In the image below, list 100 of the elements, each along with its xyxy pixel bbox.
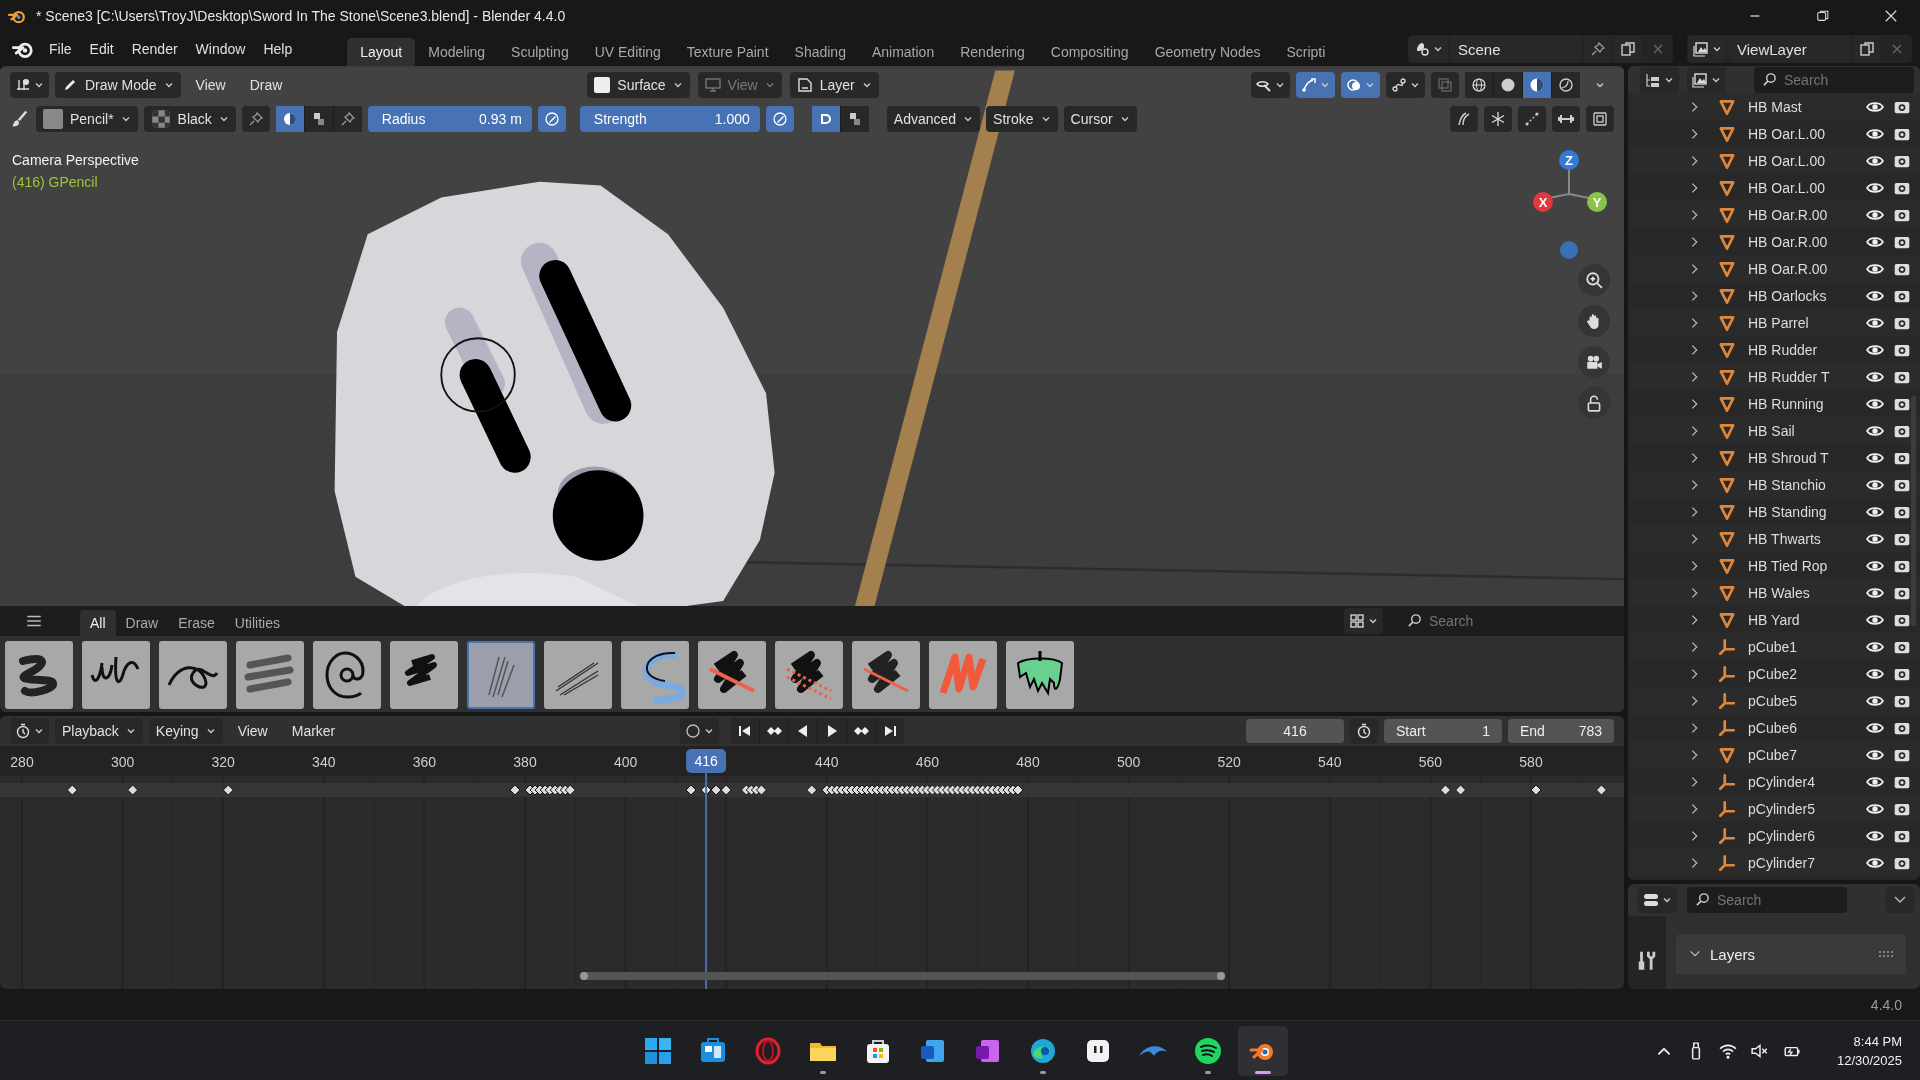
menu-item[interactable]: Help — [254, 36, 302, 62]
frame-number: 500 — [1116, 754, 1141, 770]
object-name: pCube6 — [1748, 719, 1799, 736]
object-name: pCube2 — [1748, 665, 1799, 682]
workspace-tab[interactable]: Modeling — [415, 38, 499, 66]
axis-label: Z — [1565, 153, 1573, 168]
outliner-row[interactable]: HB Oarlocks — [1628, 282, 1920, 309]
frame-number: 380 — [513, 754, 537, 770]
object-name: HB Wales — [1748, 584, 1811, 601]
workspace-tab[interactable]: Rendering — [947, 38, 1038, 66]
outliner-row[interactable]: HB Standing — [1628, 498, 1920, 525]
object-name: HB Stanchio — [1748, 476, 1827, 493]
outliner-row[interactable]: HB Yard — [1628, 606, 1920, 633]
frame-number: 460 — [915, 754, 940, 770]
frame-number: 560 — [1418, 754, 1443, 770]
object-name: HB Parrel — [1748, 314, 1810, 331]
menu-item[interactable]: File — [40, 36, 81, 62]
end-frame-field[interactable]: End 783 — [1508, 719, 1614, 743]
object-name: HB Thwarts — [1748, 530, 1822, 547]
shelf-tab[interactable]: All — [80, 610, 116, 636]
frame-number: 320 — [211, 754, 235, 770]
workspace-tab[interactable]: Shading — [781, 38, 859, 66]
menu-item[interactable]: View — [228, 718, 277, 744]
settings-dropdown[interactable]: Stroke — [986, 106, 1058, 132]
object-name: HB Oar.L.00 — [1748, 125, 1827, 142]
object-name: pCube5 — [1748, 692, 1799, 709]
shelf-tab[interactable]: Draw — [115, 610, 169, 636]
outliner-row[interactable]: pCylinder4 — [1628, 768, 1920, 795]
navigation-gizmo[interactable]: Z X Y — [1505, 140, 1615, 270]
material-dropdown[interactable]: Black — [143, 106, 236, 132]
outliner-row[interactable]: HB Tied Rop — [1628, 552, 1920, 579]
object-name: pCylinder5 — [1748, 800, 1816, 817]
start-frame-field[interactable]: Start 1 — [1384, 719, 1502, 743]
object-info: (416) GPencil — [12, 174, 98, 190]
outliner-row[interactable]: HB Oar.R.00 — [1628, 228, 1920, 255]
frame-number: 280 — [10, 754, 34, 770]
object-name: pCube1 — [1748, 638, 1799, 655]
outliner-row[interactable]: HB Oar.L.00 — [1628, 120, 1920, 147]
object-name: HB Rudder T — [1748, 368, 1831, 385]
strength-field[interactable]: Strength 1.000 — [579, 106, 760, 132]
shelf-tab[interactable]: Erase — [168, 610, 225, 636]
menu-item[interactable]: View — [186, 72, 235, 98]
axis-label: Y — [1592, 195, 1602, 210]
view-layer-field[interactable]: ViewLayer — [1729, 36, 1851, 62]
frame-number: 440 — [815, 754, 839, 770]
shelf-tab[interactable]: Utilities — [224, 610, 290, 636]
outliner-row[interactable]: pCube2 — [1628, 660, 1920, 687]
timeline-menu[interactable]: Playback — [55, 718, 143, 744]
workspace-tab[interactable]: Layout — [347, 38, 416, 66]
outliner-row[interactable]: HB Oar.L.00 — [1628, 174, 1920, 201]
outliner-row[interactable]: pCylinder6 — [1628, 822, 1920, 849]
outliner-search-field[interactable]: Search — [1754, 66, 1914, 93]
frame-number: 340 — [312, 754, 336, 770]
object-name: HB Oar.R.00 — [1748, 233, 1829, 250]
workspace-tab[interactable]: Sculpting — [498, 38, 582, 66]
brush-dropdown[interactable]: Pencil* — [36, 106, 138, 132]
menu-item[interactable]: Edit — [80, 36, 123, 62]
object-name: HB Oar.R.00 — [1748, 206, 1829, 223]
workspace-tab[interactable]: Compositing — [1037, 38, 1142, 66]
mode-dropdown[interactable]: Draw Mode — [55, 72, 181, 98]
frame-number: 360 — [412, 754, 437, 770]
object-name: HB Yard — [1748, 611, 1801, 628]
frame-number: 540 — [1318, 754, 1342, 770]
object-name: pCylinder7 — [1748, 854, 1816, 871]
menu-item[interactable]: Draw — [240, 72, 292, 98]
workspace-tab[interactable]: Geometry Nodes — [1141, 38, 1274, 66]
outliner-row[interactable]: HB Shroud T — [1628, 444, 1920, 471]
version-label: 4.4.0 — [1870, 996, 1902, 1013]
radius-field[interactable]: Radius 0.93 m — [367, 106, 532, 132]
timeline-menu[interactable]: Keying — [148, 718, 223, 744]
outliner-row[interactable]: HB Rudder — [1628, 336, 1920, 363]
menu-item[interactable]: Marker — [282, 718, 345, 744]
workspace-tab[interactable]: Texture Paint — [673, 38, 782, 66]
object-name: HB Shroud T — [1748, 449, 1830, 466]
panel-header[interactable]: Layers — [1676, 934, 1906, 974]
menu-item[interactable]: Window — [186, 36, 255, 62]
scene-field[interactable]: Scene — [1450, 36, 1582, 62]
workspace-tab[interactable]: Animation — [858, 38, 948, 66]
frame-number: 480 — [1016, 754, 1040, 770]
object-name: HB Oar.R.00 — [1748, 260, 1829, 277]
object-name: HB Mast — [1748, 98, 1803, 115]
settings-dropdown[interactable]: Cursor — [1063, 106, 1137, 132]
layer-dropdown[interactable]: Layer — [789, 72, 879, 98]
outliner-row[interactable]: HB Running — [1628, 390, 1920, 417]
current-frame-field[interactable]: 416 — [1246, 719, 1344, 743]
axis-label: X — [1538, 195, 1548, 210]
workspace-tab[interactable]: UV Editing — [581, 38, 674, 66]
object-name: HB Sail — [1748, 422, 1796, 439]
settings-dropdown[interactable]: Advanced — [886, 106, 981, 132]
properties-search-field[interactable]: Search — [1687, 887, 1847, 913]
menu-item[interactable]: Render — [122, 36, 187, 62]
object-name: HB Tied Rop — [1748, 557, 1829, 574]
object-name: pCube7 — [1748, 746, 1799, 763]
frame-number: 300 — [110, 754, 135, 770]
placement-dropdown[interactable]: Surface — [587, 72, 690, 98]
workspace-tab[interactable]: Scripti — [1273, 38, 1339, 66]
frame-number: 520 — [1217, 754, 1241, 770]
outliner-row[interactable]: pCube6 — [1628, 714, 1920, 741]
object-name: HB Oar.L.00 — [1748, 152, 1827, 169]
frame-number: 400 — [613, 754, 638, 770]
